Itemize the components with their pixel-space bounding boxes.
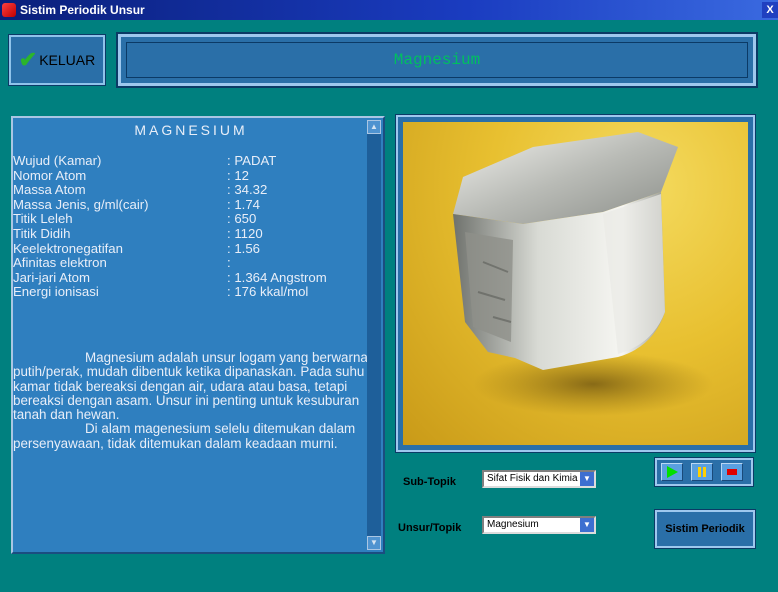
check-icon: ✔ <box>18 47 38 72</box>
stop-icon <box>727 469 737 475</box>
property-value: : PADAT <box>227 153 277 168</box>
property-row: Massa Atom : 34.32 <box>13 183 373 198</box>
property-row: Energi ionisasi : 176 kkal/mol <box>13 285 373 300</box>
property-label: Jari-jari Atom <box>13 269 90 285</box>
property-value: : 1120 <box>227 225 263 241</box>
keluar-button[interactable]: ✔ KELUAR <box>8 34 106 86</box>
property-value: : 12 <box>227 167 249 183</box>
unsur-topik-value: Magnesium <box>487 519 539 530</box>
app-icon <box>2 3 16 17</box>
info-panel[interactable]: MAGNESIUM Wujud (Kamar) : PADAT Nomor Ato… <box>11 116 385 554</box>
magnesium-photo <box>403 122 748 445</box>
scrollbar[interactable]: ▲ ▼ <box>367 120 381 550</box>
media-controls <box>654 457 754 487</box>
description-paragraph: Magnesium adalah unsur logam yang berwar… <box>13 350 368 423</box>
info-title: MAGNESIUM <box>134 122 248 138</box>
property-row: Wujud (Kamar) : PADAT <box>13 153 373 169</box>
sub-topik-select[interactable]: Sifat Fisik dan Kimia ▼ <box>482 470 596 488</box>
property-row: Keelektronegatifan : 1.56 <box>13 240 373 257</box>
scroll-up-button[interactable]: ▲ <box>367 120 381 134</box>
property-label: Nomor Atom <box>13 167 87 183</box>
property-label: Titik Didih <box>13 225 71 241</box>
property-label: Massa Atom <box>13 182 86 198</box>
property-label: Afinitas elektron <box>13 255 107 271</box>
property-value: : 1.364 Angstrom <box>227 269 327 285</box>
scroll-down-button[interactable]: ▼ <box>367 536 381 550</box>
property-row: Nomor Atom : 12 <box>13 167 373 184</box>
photo-frame <box>395 114 756 453</box>
property-label: Massa Jenis, g/ml(cair) <box>13 196 149 212</box>
element-header: Magnesium <box>116 32 758 88</box>
property-value: : 650 <box>227 211 257 227</box>
pause-button[interactable] <box>691 463 713 481</box>
property-row: Titik Leleh : 650 <box>13 212 373 227</box>
play-button[interactable] <box>661 463 683 481</box>
property-row: Titik Didih : 1120 <box>13 225 373 242</box>
pause-icon <box>698 467 706 477</box>
chevron-down-icon[interactable]: ▼ <box>580 472 594 486</box>
description: Magnesium adalah unsur logam yang berwar… <box>13 350 369 451</box>
unsur-topik-select[interactable]: Magnesium ▼ <box>482 516 596 534</box>
description-paragraph: Di alam magenesium selelu ditemukan dala… <box>13 421 356 451</box>
property-label: Wujud (Kamar) <box>13 153 102 168</box>
chevron-down-icon[interactable]: ▼ <box>580 518 594 532</box>
keluar-label: KELUAR <box>39 52 96 68</box>
property-label: Energi ionisasi <box>13 284 99 300</box>
property-list: Wujud (Kamar) : PADAT Nomor Atom : 12 Mass… <box>13 153 373 300</box>
property-value: : <box>227 255 231 271</box>
title-bar: Sistim Periodik Unsur X <box>0 0 778 20</box>
property-label: Titik Leleh <box>13 211 73 227</box>
sistim-periodik-button[interactable]: Sistim Periodik <box>654 509 756 549</box>
close-button[interactable]: X <box>762 2 778 18</box>
property-label: Keelektronegatifan <box>13 240 123 256</box>
property-row: Jari-jari Atom : 1.364 Angstrom <box>13 269 373 286</box>
stop-button[interactable] <box>721 463 743 481</box>
property-value: : 1.56 <box>227 240 260 256</box>
unsur-topik-label: Unsur/Topik <box>398 522 462 534</box>
window-title: Sistim Periodik Unsur <box>20 3 145 17</box>
sub-topik-label: Sub-Topik <box>403 476 456 488</box>
property-value: : 1.74 <box>227 196 260 212</box>
property-value: : 176 kkal/mol <box>227 284 309 300</box>
element-name: Magnesium <box>393 51 481 69</box>
sub-topik-value: Sifat Fisik dan Kimia <box>487 473 578 484</box>
property-row: Massa Jenis, g/ml(cair) : 1.74 <box>13 196 373 213</box>
property-row: Afinitas elektron: <box>13 256 373 271</box>
magnesium-sample-image <box>453 132 713 416</box>
property-value: : 34.32 <box>227 182 268 198</box>
play-icon <box>667 466 678 478</box>
